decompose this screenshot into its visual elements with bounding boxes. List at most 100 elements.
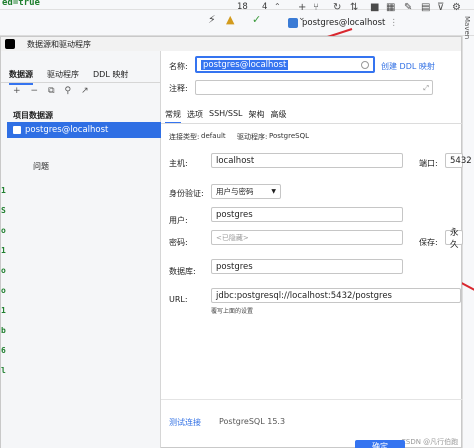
save-select[interactable]: 永久 [445,228,463,250]
create-ddl-mapping-link[interactable]: 创建 DDL 映射 [381,61,435,72]
datasource-tab[interactable]: postgres@localhost ⋮ [288,14,398,32]
console-icon[interactable]: ▤ [421,2,430,13]
datasource-tab-label: postgres@localhost [302,18,386,28]
name-label: 名称: [169,62,188,71]
name-value: postgres@localhost [201,59,289,70]
chevron-up-icon[interactable]: ⌃ [274,2,281,11]
code-gutter-char: o [1,226,6,235]
tree-icon[interactable]: ⑂ [313,2,319,13]
database-icon [288,18,298,28]
database-icon [13,126,21,134]
stop-icon[interactable]: ■ [370,2,379,13]
auth-value: 用户与密码 [216,187,254,196]
settings-icon[interactable]: ⚙ [452,2,461,13]
wrench-icon[interactable]: ⚲ [65,86,72,96]
bottom-divider [161,399,463,400]
code-gutter-char: 1 [1,306,6,315]
app-logo-icon [5,39,15,49]
port-value: 5432 [450,155,472,166]
database-input[interactable]: postgres [211,259,403,274]
url-hint: 覆写上面的设置 [211,308,254,315]
version-label: PostgreSQL 15.3 [219,417,286,426]
host-value: localhost [216,155,255,166]
bulb-icon[interactable]: ⚡ [208,13,216,26]
port-input[interactable]: 5432 [445,153,472,168]
name-input[interactable]: postgres@localhost [195,56,375,73]
save-label: 保存: [419,238,438,247]
edit-icon[interactable]: ✎ [404,2,412,13]
left-toolbar: + − ⧉ ⚲ ↗ [13,86,89,96]
datasource-dialog: 数据源和驱动程序 数据源 驱动程序 DDL 映射 + − ⧉ ⚲ ↗ 项目数据源… [0,36,472,448]
maven-label[interactable]: Maven [463,16,471,39]
code-gutter-char: l [1,366,6,375]
reset-icon[interactable] [361,61,369,69]
ide-toolbar [0,10,474,36]
url-input[interactable]: jdbc:postgresql://localhost:5432/postgre… [211,288,461,303]
check-icon[interactable]: ✓ [252,13,261,26]
project-datasources-heading: 项目数据源 [13,111,53,120]
connection-type-label: 连接类型: [169,133,200,141]
plus-icon[interactable]: + [13,86,21,96]
url-label: URL: [169,295,188,304]
tab-advanced[interactable]: 高级 [270,109,286,124]
auth-label: 身份验证: [169,189,204,198]
connection-type-value[interactable]: default [201,132,226,140]
left-pane: 数据源 驱动程序 DDL 映射 + − ⧉ ⚲ ↗ 项目数据源 postgres… [1,51,161,448]
expand-icon[interactable]: ⤢ [423,84,429,93]
table-icon[interactable]: ▦ [386,2,395,13]
settings-tabs: 常规 选项 SSH/SSL 架构 高级 [165,109,286,124]
copy-icon[interactable]: ⧉ [48,86,54,96]
code-gutter-char: b [1,326,6,335]
datasource-item[interactable]: postgres@localhost [7,122,161,138]
tab-options[interactable]: 选项 [187,109,203,124]
dialog-title-bar[interactable]: 数据源和驱动程序 [1,37,461,51]
user-label: 用户: [169,216,188,225]
url-value: jdbc:postgresql://localhost:5432/postgre… [216,290,392,301]
test-connection-link[interactable]: 测试连接 [169,417,201,428]
host-input[interactable]: localhost [211,153,403,168]
code-gutter-char: o [1,286,6,295]
filter-icon[interactable]: ⊽ [437,2,444,13]
user-value: postgres [216,209,253,220]
warning-icon[interactable]: ▲ [226,13,234,26]
watermark: CSDN @凡行伯跑 [401,438,459,446]
database-value: postgres [216,261,253,272]
checks-count: 4 [262,2,268,12]
more-icon[interactable]: ⋮ [389,18,398,28]
code-gutter-char: 6 [1,346,6,355]
tab-general[interactable]: 常规 [165,109,181,124]
export-icon[interactable]: ↗ [81,86,89,96]
ok-button[interactable]: 确定 [355,440,405,448]
code-gutter-char: S [1,206,6,215]
save-value: 永久 [450,227,459,250]
datasource-item-label: postgres@localhost [25,125,109,135]
refresh-icon[interactable]: ↻ [333,2,341,13]
tab-schemas[interactable]: 架构 [248,109,264,124]
comment-label: 注释: [169,84,188,93]
auth-select[interactable]: 用户与密码 ▼ [211,184,281,199]
left-divider [1,82,161,83]
code-gutter-char: o [1,266,6,275]
dialog-title: 数据源和驱动程序 [27,39,91,49]
ide-right-gutter [462,36,474,448]
problems-label[interactable]: 问题 [33,161,49,172]
code-fragment: ed=true [2,0,40,8]
add-icon[interactable]: + [298,2,306,13]
tabs-divider [161,123,463,124]
comment-input[interactable]: ⤢ [195,80,433,95]
chevron-down-icon: ▼ [271,188,276,195]
driver-label: 驱动程序: [237,133,268,141]
sync-icon[interactable]: ⇅ [350,2,358,13]
ok-button-label: 确定 [372,441,388,448]
driver-value[interactable]: PostgreSQL [269,132,309,140]
host-label: 主机: [169,159,188,168]
password-input[interactable]: <已隐藏> [211,230,403,245]
user-input[interactable]: postgres [211,207,403,222]
port-label: 端口: [419,159,438,168]
code-gutter-char: 1 [1,186,6,195]
tab-ssh-ssl[interactable]: SSH/SSL [209,109,242,124]
minus-icon[interactable]: − [31,86,39,96]
code-gutter-char: 1 [1,246,6,255]
warnings-count: 18 [237,2,248,12]
password-placeholder: <已隐藏> [216,233,249,242]
